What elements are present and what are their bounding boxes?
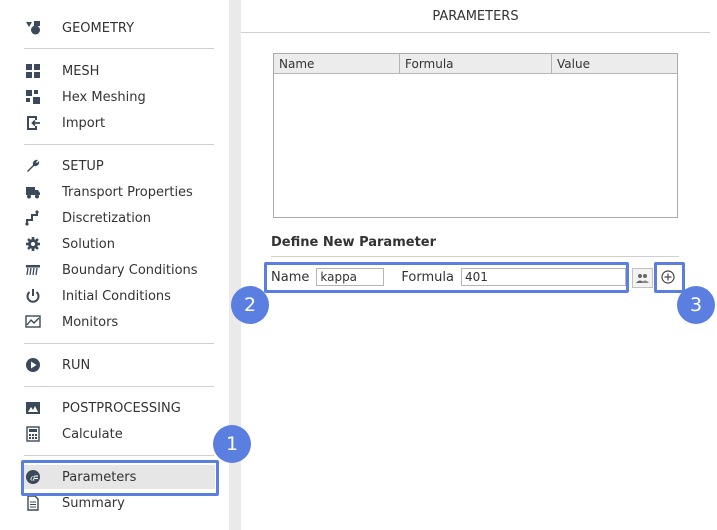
- sidebar-item-label: Solution: [62, 236, 115, 252]
- sidebar-item-solution[interactable]: Solution: [24, 232, 219, 256]
- table-header: Name Formula Value: [274, 54, 677, 74]
- callout-badge-1: 1: [213, 425, 251, 463]
- sidebar-item-import[interactable]: Import: [24, 111, 219, 135]
- sidebar-item-postprocessing[interactable]: POSTPROCESSING: [24, 396, 219, 420]
- document-icon: [24, 494, 42, 512]
- sidebar-item-label: Monitors: [62, 314, 119, 330]
- column-header-value[interactable]: Value: [552, 54, 677, 73]
- boundary-conditions-icon: [24, 261, 42, 279]
- page-title: PARAMETERS: [241, 0, 710, 33]
- sidebar-item-calculate[interactable]: Calculate: [24, 422, 219, 446]
- sidebar-item-label: RUN: [62, 357, 91, 373]
- sidebar-item-label: Boundary Conditions: [62, 262, 198, 278]
- sidebar-item-label: Discretization: [62, 210, 152, 226]
- callout-badge-3: 3: [677, 286, 715, 324]
- sidebar-item-boundary-conditions[interactable]: Boundary Conditions: [24, 258, 219, 282]
- truck-icon: [24, 183, 42, 201]
- divider: [24, 343, 214, 344]
- define-parameter-heading: Define New Parameter: [271, 235, 437, 250]
- sidebar-item-label: Calculate: [62, 426, 123, 442]
- gear-icon: [24, 235, 42, 253]
- divider: [24, 144, 214, 145]
- sidebar: GEOMETRY MESH Hex Meshing Import SETUP T…: [0, 0, 229, 530]
- sidebar-item-geometry[interactable]: GEOMETRY: [24, 16, 219, 40]
- divider: [24, 386, 214, 387]
- mesh-icon: [24, 62, 42, 80]
- import-icon: [24, 114, 42, 132]
- sidebar-item-transport-properties[interactable]: Transport Properties: [24, 180, 219, 204]
- discretization-icon: [24, 209, 42, 227]
- divider: [24, 48, 214, 49]
- image-icon: [24, 399, 42, 417]
- sidebar-item-initial-conditions[interactable]: Initial Conditions: [24, 284, 219, 308]
- sidebar-item-setup[interactable]: SETUP: [24, 154, 219, 178]
- sidebar-item-label: SETUP: [62, 158, 104, 174]
- sidebar-item-label: Initial Conditions: [62, 288, 171, 304]
- sidebar-item-label: MESH: [62, 63, 100, 79]
- sidebar-item-label: POSTPROCESSING: [62, 400, 181, 416]
- sidebar-item-monitors[interactable]: Monitors: [24, 310, 219, 334]
- column-header-name[interactable]: Name: [274, 54, 400, 73]
- parameters-table[interactable]: Name Formula Value: [273, 53, 678, 218]
- sidebar-item-label: Import: [62, 115, 106, 131]
- highlight-box-parameters: [21, 460, 219, 496]
- sidebar-item-label: Summary: [62, 495, 125, 511]
- callout-badge-2: 2: [231, 286, 269, 324]
- monitor-chart-icon: [24, 313, 42, 331]
- sidebar-item-hex-meshing[interactable]: Hex Meshing: [24, 85, 219, 109]
- sidebar-item-run[interactable]: RUN: [24, 353, 219, 377]
- calculator-icon: [24, 425, 42, 443]
- sidebar-item-label: Hex Meshing: [62, 89, 146, 105]
- sidebar-item-label: Transport Properties: [62, 184, 193, 200]
- divider: [24, 455, 214, 456]
- highlight-box-add: [654, 262, 685, 293]
- geometry-icon: [24, 19, 42, 37]
- wrench-icon: [24, 157, 42, 175]
- highlight-box-form: [264, 262, 629, 293]
- column-header-formula[interactable]: Formula: [400, 54, 552, 73]
- people-icon: [636, 273, 649, 284]
- insert-parameter-button[interactable]: [632, 268, 653, 288]
- sidebar-item-label: GEOMETRY: [62, 20, 135, 36]
- sidebar-item-discretization[interactable]: Discretization: [24, 206, 219, 230]
- play-icon: [24, 356, 42, 374]
- divider: [271, 256, 679, 257]
- hex-meshing-icon: [24, 88, 42, 106]
- power-icon: [24, 287, 42, 305]
- sidebar-item-mesh[interactable]: MESH: [24, 59, 219, 83]
